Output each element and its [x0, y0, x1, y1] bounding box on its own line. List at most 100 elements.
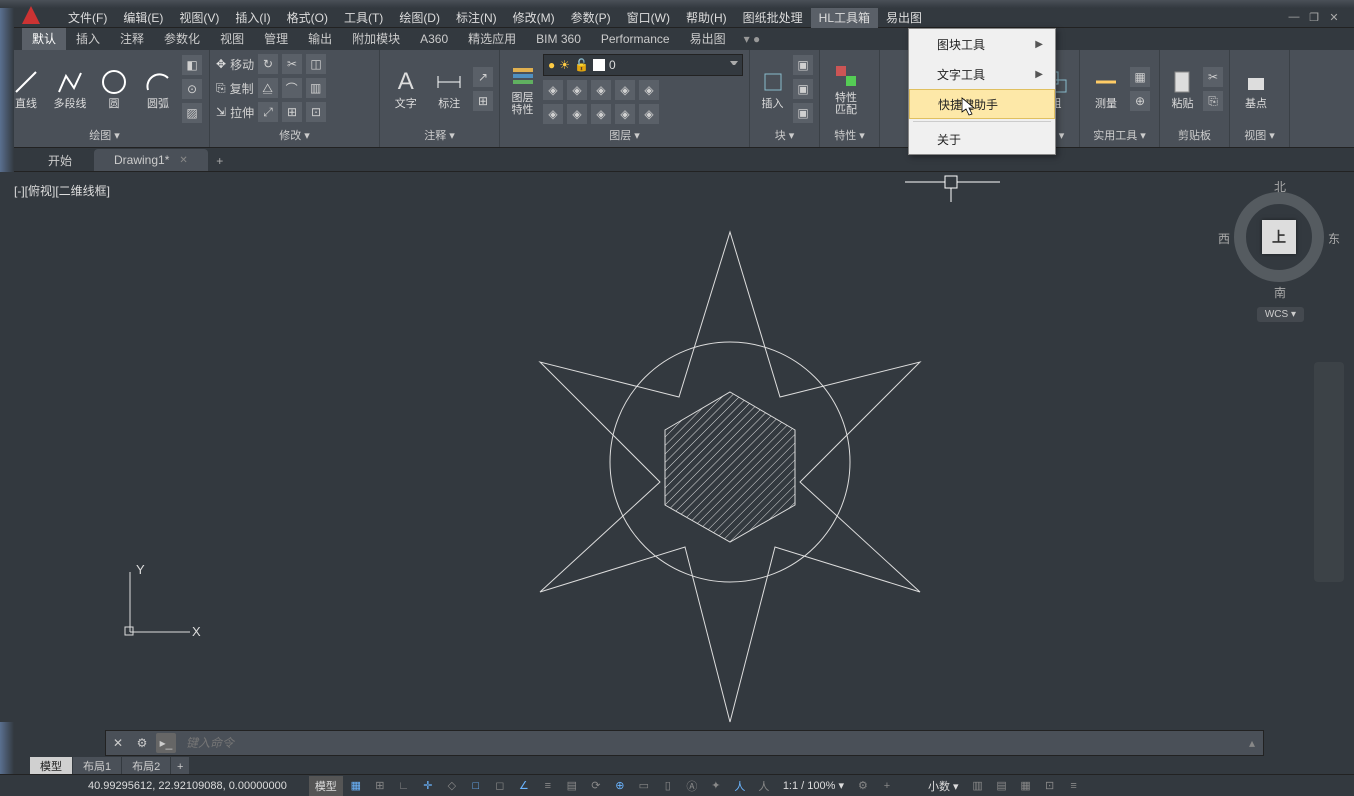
paste-button[interactable]: 粘贴: [1166, 54, 1199, 124]
menu-5[interactable]: 工具(T): [336, 8, 391, 28]
am-toggle[interactable]: Ⓐ: [681, 777, 703, 795]
panel-clip-label[interactable]: 剪贴板: [1166, 129, 1223, 145]
viewcube-top-face[interactable]: 上: [1262, 220, 1296, 254]
viewcube-west[interactable]: 西: [1218, 230, 1230, 247]
mod-b[interactable]: ▥: [306, 78, 326, 98]
plus-icon[interactable]: +: [876, 777, 898, 795]
grid-toggle[interactable]: ▦: [345, 777, 367, 795]
panel-draw-label[interactable]: 绘图 ▾: [6, 129, 203, 145]
view-cube[interactable]: 上 北 南 东 西: [1234, 192, 1324, 282]
wcs-badge[interactable]: WCS ▾: [1257, 307, 1304, 322]
arc-button[interactable]: 圆弧: [138, 54, 178, 124]
menu-9[interactable]: 参数(P): [563, 8, 619, 28]
ls10[interactable]: ◈: [639, 104, 659, 124]
cmd-customize-icon[interactable]: ⚙: [132, 733, 152, 753]
cut-icon[interactable]: ✂: [1203, 67, 1223, 87]
close-button[interactable]: ✕: [1324, 10, 1344, 24]
mod-a[interactable]: ◫: [306, 54, 326, 74]
draw-small-3[interactable]: ▨: [182, 103, 202, 123]
dropdown-item-2[interactable]: 快捷键助手: [909, 89, 1055, 119]
menu-12[interactable]: 图纸批处理: [735, 8, 811, 28]
qp-toggle[interactable]: ▭: [633, 777, 655, 795]
ribbon-tab-3[interactable]: 参数化: [154, 28, 210, 50]
leader-icon[interactable]: ↗: [473, 67, 493, 87]
ls1[interactable]: ◈: [543, 80, 563, 100]
dropdown-item-3[interactable]: 关于: [909, 124, 1055, 154]
ribbon-options-icon[interactable]: ▾ ●: [744, 32, 761, 46]
ribbon-tab-0[interactable]: 默认: [22, 28, 66, 50]
add-tab-button[interactable]: +: [210, 151, 230, 171]
person-icon[interactable]: 人: [729, 777, 751, 795]
ls6[interactable]: ◈: [543, 104, 563, 124]
ribbon-tab-11[interactable]: Performance: [591, 28, 680, 50]
polyline-button[interactable]: 多段线: [50, 54, 90, 124]
panel-util-label[interactable]: 实用工具 ▾: [1086, 129, 1153, 145]
stretch-label[interactable]: 拉伸: [230, 104, 254, 121]
base-button[interactable]: 基点: [1236, 54, 1276, 124]
command-input[interactable]: [178, 736, 1249, 750]
ls8[interactable]: ◈: [591, 104, 611, 124]
menu-3[interactable]: 插入(I): [227, 8, 278, 28]
layer-properties-button[interactable]: 图层 特性: [506, 54, 539, 124]
ls2[interactable]: ◈: [567, 80, 587, 100]
close-tab-icon[interactable]: ✕: [179, 155, 187, 166]
units-readout[interactable]: 小数 ▾: [922, 778, 965, 794]
ut1[interactable]: ▦: [1130, 67, 1150, 87]
layer-combo[interactable]: ● ☀ 🔓 0: [543, 54, 743, 76]
trim-icon[interactable]: ✂: [282, 54, 302, 74]
menu-0[interactable]: 文件(F): [60, 8, 115, 28]
panel-prop-label[interactable]: 特性 ▾: [826, 129, 873, 145]
ribbon-tab-5[interactable]: 管理: [254, 28, 298, 50]
move-label[interactable]: 移动: [230, 56, 254, 73]
menu-11[interactable]: 帮助(H): [678, 8, 735, 28]
match-properties-button[interactable]: 特性 匹配: [826, 54, 866, 124]
scale-icon[interactable]: ⤢: [258, 102, 278, 122]
array-icon[interactable]: ⊞: [282, 102, 302, 122]
as-toggle[interactable]: ✦: [705, 777, 727, 795]
ls9[interactable]: ◈: [615, 104, 635, 124]
insert-button[interactable]: 插入: [756, 54, 789, 124]
polar-toggle[interactable]: ✛: [417, 777, 439, 795]
ribbon-tab-7[interactable]: 附加模块: [342, 28, 410, 50]
menu-4[interactable]: 格式(O): [279, 8, 336, 28]
panel-annot-label[interactable]: 注释 ▾: [386, 129, 493, 145]
menu-10[interactable]: 窗口(W): [619, 8, 678, 28]
draw-small-2[interactable]: ⊙: [182, 79, 202, 99]
3dosnap-toggle[interactable]: ◻: [489, 777, 511, 795]
ribbon-tab-4[interactable]: 视图: [210, 28, 254, 50]
lwt-toggle[interactable]: ≡: [537, 777, 559, 795]
restore-button[interactable]: ❐: [1304, 10, 1324, 24]
trans-toggle[interactable]: ▤: [561, 777, 583, 795]
ribbon-tab-6[interactable]: 输出: [298, 28, 342, 50]
ribbon-tab-1[interactable]: 插入: [66, 28, 110, 50]
zoom-readout[interactable]: 1:1 / 100% ▾: [777, 779, 850, 792]
menu-13[interactable]: HL工具箱: [811, 8, 878, 28]
gear-icon[interactable]: ⚙: [852, 777, 874, 795]
bk2[interactable]: ▣: [793, 79, 813, 99]
copy-icon[interactable]: ⎘: [1203, 91, 1223, 111]
ls5[interactable]: ◈: [639, 80, 659, 100]
viewport-label[interactable]: [-][俯视][二维线框]: [14, 182, 110, 199]
ortho-toggle[interactable]: ∟: [393, 777, 415, 795]
ribbon-tab-9[interactable]: 精选应用: [458, 28, 526, 50]
customize-status-icon[interactable]: ≡: [1063, 777, 1085, 795]
panel-layer-label[interactable]: 图层 ▾: [506, 129, 743, 145]
dyn-toggle[interactable]: ⊕: [609, 777, 631, 795]
mod-c[interactable]: ⊡: [306, 102, 326, 122]
dropdown-item-0[interactable]: 图块工具▶: [909, 29, 1055, 59]
viewcube-south[interactable]: 南: [1274, 284, 1286, 301]
tab-drawing1[interactable]: Drawing1*✕: [94, 149, 208, 171]
text-button[interactable]: A文字: [386, 54, 426, 124]
snap-toggle[interactable]: ⊞: [369, 777, 391, 795]
viewcube-east[interactable]: 东: [1328, 230, 1340, 247]
status-model-button[interactable]: 模型: [309, 776, 343, 796]
otrack-toggle[interactable]: ∠: [513, 777, 535, 795]
panel-modify-label[interactable]: 修改 ▾: [216, 129, 373, 145]
table-icon[interactable]: ⊞: [473, 91, 493, 111]
sc-toggle[interactable]: ▯: [657, 777, 679, 795]
menu-2[interactable]: 视图(V): [171, 8, 227, 28]
drawing-canvas[interactable]: [-][俯视][二维线框] 上 北 南 东 西 WCS ▾ Y X: [0, 172, 1354, 722]
menu-7[interactable]: 标注(N): [448, 8, 505, 28]
bk1[interactable]: ▣: [793, 55, 813, 75]
command-line[interactable]: ✕ ⚙ ▸_ ▴: [105, 730, 1264, 756]
